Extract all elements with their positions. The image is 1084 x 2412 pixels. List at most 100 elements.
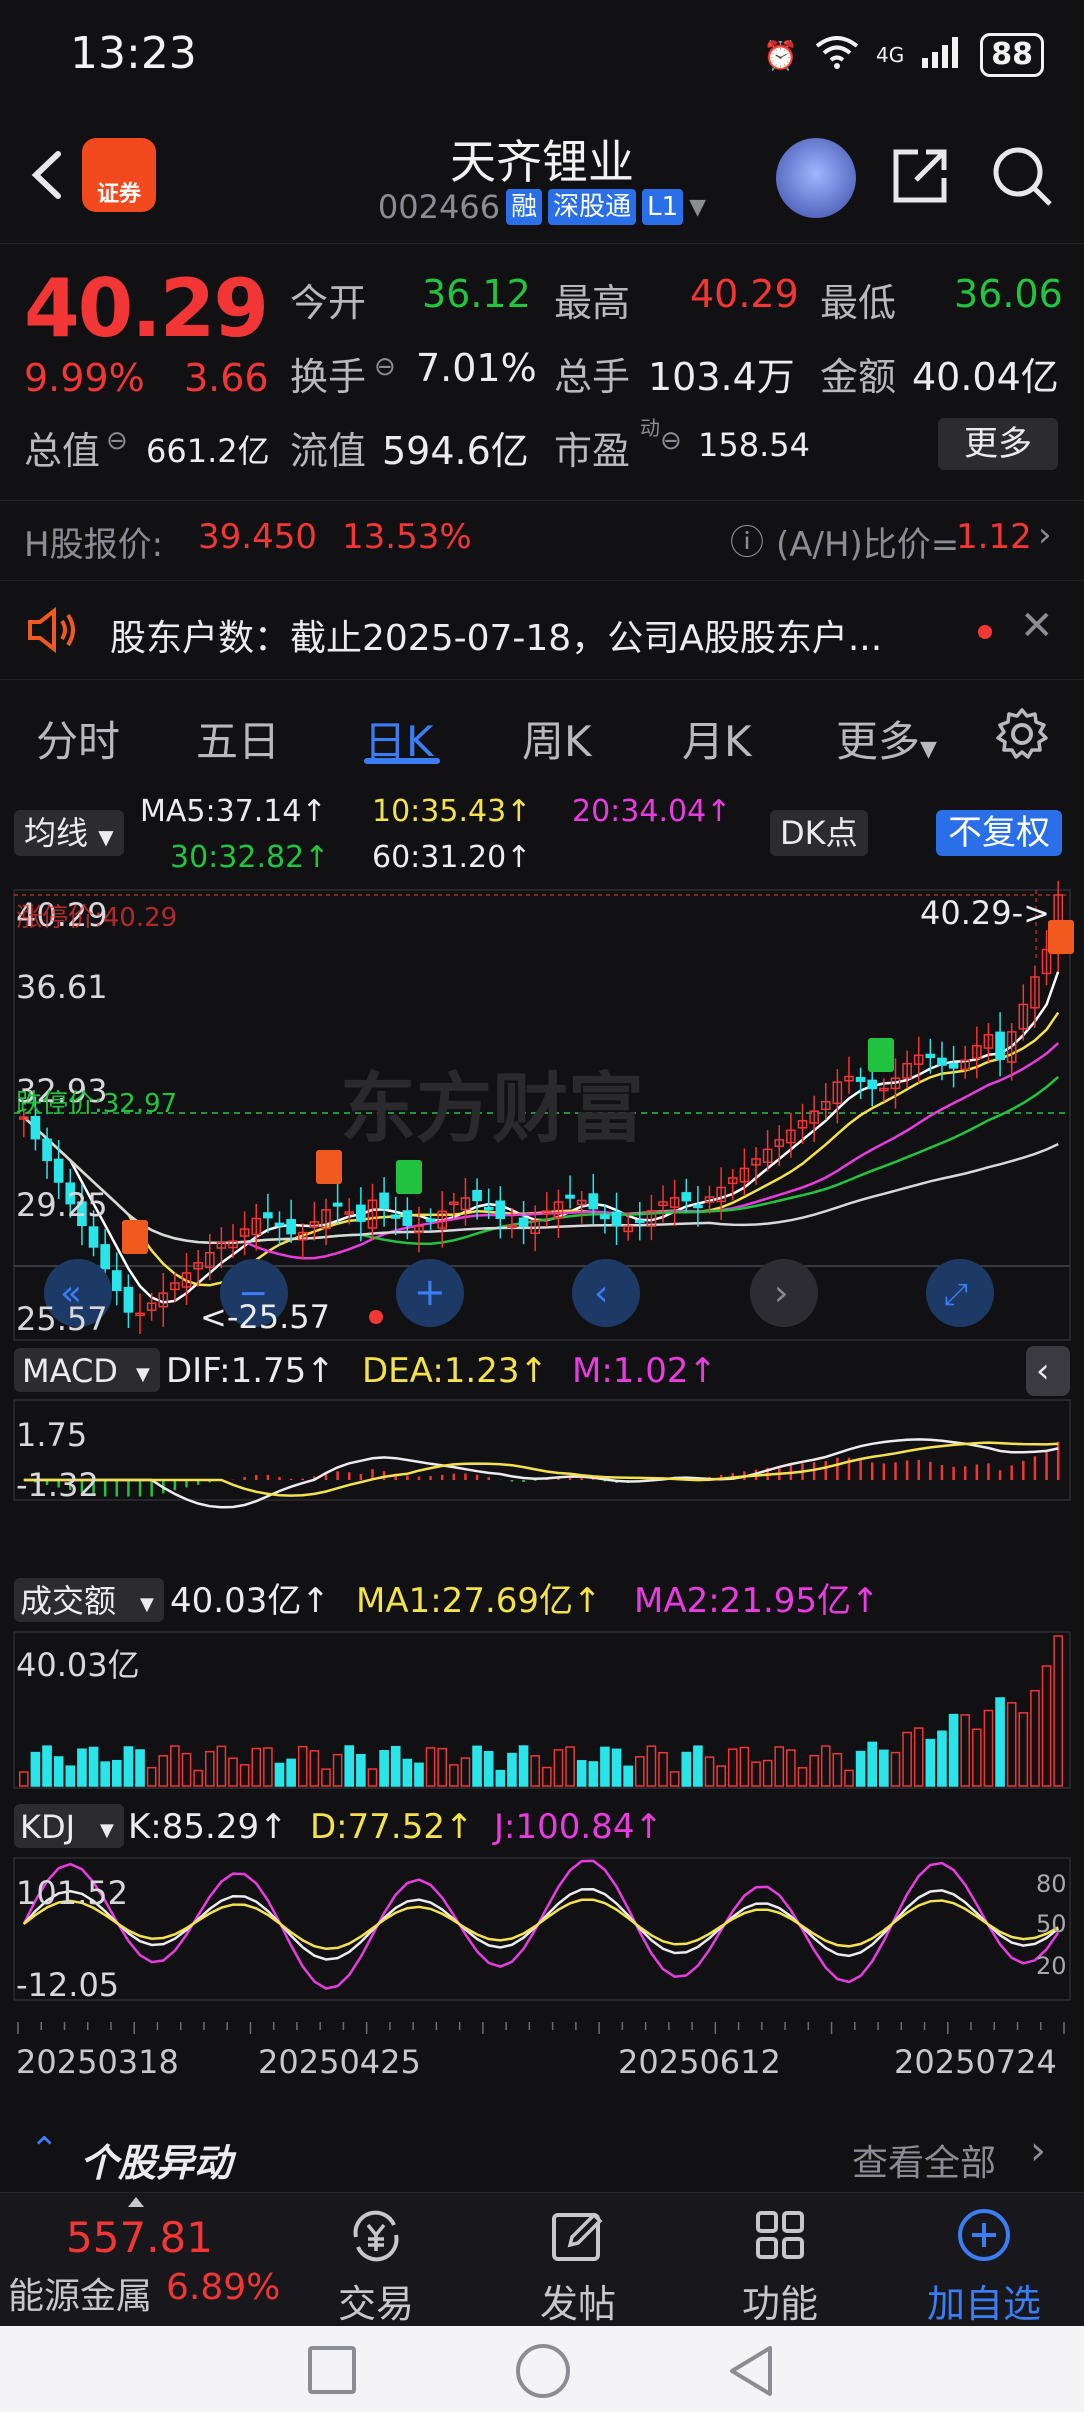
volume-bar xyxy=(135,1749,145,1787)
volume-bar xyxy=(739,1746,750,1787)
candle-body xyxy=(100,1244,110,1270)
recents-square-icon[interactable] xyxy=(308,2346,356,2394)
tab-weekly-k[interactable]: 周K xyxy=(522,708,592,769)
info-icon[interactable]: ⊖ xyxy=(660,426,682,456)
notice-banner[interactable]: 股东户数：截止2025-07-18，公司A股股东户... ✕ xyxy=(0,580,1084,680)
volume-bar xyxy=(867,1741,878,1787)
float-label: 流值 xyxy=(290,429,367,473)
candle-body xyxy=(565,1194,575,1199)
tab-five-day[interactable]: 五日 xyxy=(196,708,280,769)
volume-bar xyxy=(297,1745,308,1787)
more-quote-button[interactable]: 更多 xyxy=(938,418,1058,470)
adjust-button[interactable]: 不复权 xyxy=(936,810,1062,856)
td-marker-box xyxy=(122,1220,148,1254)
macd-dea: DEA:1.23↑ xyxy=(362,1351,548,1391)
close-icon[interactable]: ✕ xyxy=(1020,603,1054,649)
back-triangle-icon[interactable] xyxy=(724,2342,778,2400)
volume-y-max: 40.03亿 xyxy=(16,1646,140,1684)
high-value: 40.29 xyxy=(690,272,799,316)
help-icon[interactable]: ⓘ xyxy=(730,515,764,564)
dropdown-icon: ▼ xyxy=(98,825,114,849)
candle-body xyxy=(332,1202,343,1207)
share-icon[interactable] xyxy=(888,144,952,208)
ah-ratio-label: (A/H)比价= xyxy=(776,525,960,565)
td-marker-box xyxy=(316,1150,342,1184)
info-icon[interactable]: ⊖ xyxy=(106,426,128,456)
trade-yen-icon xyxy=(353,2210,399,2262)
volume-bar xyxy=(820,1745,831,1787)
nav-add-watchlist[interactable]: 加自选 xyxy=(904,2207,1064,2328)
open-value: 36.12 xyxy=(422,272,531,316)
alarm-icon: ⏰ xyxy=(763,38,799,72)
candle-body xyxy=(379,1192,389,1209)
date-label-3: 20250612 xyxy=(618,2043,781,2081)
volume-selector-label: 成交额 xyxy=(20,1582,116,1620)
volume-label: 总手 xyxy=(554,355,631,399)
volume-bar xyxy=(158,1755,169,1787)
tab-more[interactable]: 更多▼ xyxy=(836,708,937,769)
network-type: 4G xyxy=(876,43,905,67)
view-all-link[interactable]: 查看全部 xyxy=(852,2134,996,2186)
high-label: 最高 xyxy=(554,281,631,325)
pct-change: 9.99% xyxy=(24,356,145,400)
tab-intraday[interactable]: 分时 xyxy=(36,708,120,769)
macd-dif-line xyxy=(23,1438,1059,1509)
low-label: 最低 xyxy=(820,281,897,325)
ah-ratio-value: 1.12 xyxy=(956,517,1032,557)
stock-chart[interactable]: 东方财富 « − + ‹ › ⤢ 40.29 涨停价:40.29 36.61 3… xyxy=(0,880,1084,2040)
date-label-1: 20250318 xyxy=(16,2043,179,2081)
wifi-icon xyxy=(814,34,860,77)
hk-quote-row[interactable]: H股报价: 39.450 13.53% ⓘ (A/H)比价= 1.12 › xyxy=(0,500,1084,570)
macd-y-min: -1.32 xyxy=(16,1466,99,1504)
home-circle-icon[interactable] xyxy=(516,2344,570,2398)
volume-bar xyxy=(902,1731,912,1787)
volume-bar xyxy=(379,1750,389,1787)
nav-trade[interactable]: 交易 xyxy=(296,2207,456,2328)
search-icon[interactable] xyxy=(990,144,1054,208)
margin-tag: 融 xyxy=(506,189,543,225)
volume-bar xyxy=(1006,1702,1017,1787)
info-icon[interactable]: ⊖ xyxy=(374,352,396,382)
assistant-robot-icon[interactable] xyxy=(776,138,856,218)
tab-monthly-k[interactable]: 月K xyxy=(682,708,752,769)
active-tab-indicator xyxy=(364,758,440,764)
ma-indicator-bar: 均线 ▼ MA5:37.14↑ 10:35.43↑ 20:34.04↑ 30:3… xyxy=(0,790,1084,890)
volume-bar xyxy=(193,1769,203,1787)
stock-code: 002466 xyxy=(377,188,501,226)
candle-body xyxy=(588,1193,599,1210)
volume-bar xyxy=(983,1709,994,1787)
tab-more-label: 更多 xyxy=(836,717,921,766)
macd-dif: DIF:1.75↑ xyxy=(166,1351,335,1391)
ma-selector[interactable]: 均线 ▼ xyxy=(14,810,124,856)
volume-value: 40.03亿↑ xyxy=(170,1581,330,1621)
volume-ma1: MA1:27.69亿↑ xyxy=(356,1581,602,1621)
status-time: 13:23 xyxy=(70,28,197,79)
hk-pct: 13.53% xyxy=(342,517,472,557)
dk-point-button[interactable]: DK点 xyxy=(770,810,868,856)
candle-body xyxy=(123,1286,134,1313)
candle-body xyxy=(483,1206,494,1211)
candle-body xyxy=(937,1057,947,1066)
volume-bar xyxy=(600,1746,610,1787)
hk-price: 39.450 xyxy=(198,517,317,557)
nav-post[interactable]: 发帖 xyxy=(498,2207,658,2328)
dropdown-icon: ▼ xyxy=(100,1820,114,1841)
unread-dot xyxy=(978,625,992,639)
pe-label: 市盈 xyxy=(554,429,631,473)
volume-bar xyxy=(356,1753,366,1787)
nav-functions[interactable]: 功能 xyxy=(700,2207,860,2328)
battery-icon: 88 xyxy=(980,33,1044,77)
volume-ma2: MA2:21.95亿↑ xyxy=(634,1581,880,1621)
volume-bar xyxy=(879,1749,889,1787)
volume-bar xyxy=(390,1745,401,1787)
volume-bar xyxy=(367,1768,378,1787)
stock-events-bar[interactable]: ⌃ 个股异动 查看全部 › xyxy=(0,2120,1084,2190)
volume-bar xyxy=(565,1746,575,1787)
settings-gear-icon[interactable] xyxy=(994,706,1050,766)
volume-bar xyxy=(251,1747,262,1787)
sector-index-widget[interactable]: 557.81 能源金属 6.89% xyxy=(0,2193,280,2327)
dropdown-icon: ▼ xyxy=(689,194,707,220)
volume-bar xyxy=(42,1745,52,1787)
volume-bar xyxy=(518,1745,529,1787)
volume-bar xyxy=(425,1747,436,1787)
